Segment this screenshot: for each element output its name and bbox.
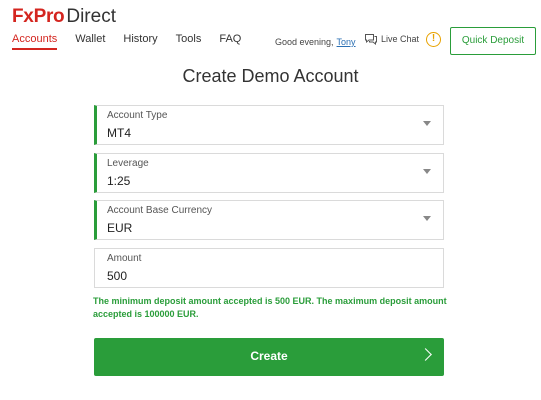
amount-value[interactable]: 500 [107, 269, 127, 283]
live-chat-label: Live Chat [381, 34, 420, 44]
greeting-text: Good evening, [275, 37, 334, 47]
deposit-limits-notice: The minimum deposit amount accepted is 5… [93, 296, 447, 319]
amount-label: Amount [107, 253, 142, 264]
live-chat-button[interactable]: Live Chat [364, 33, 419, 45]
account-type-select[interactable]: Account Type MT4 [94, 105, 444, 145]
chevron-down-icon [423, 216, 431, 221]
chevron-down-icon [423, 121, 431, 126]
greeting: Good evening, Tony [275, 37, 356, 47]
nav-wallet[interactable]: Wallet [75, 33, 105, 50]
username-link[interactable]: Tony [337, 37, 356, 47]
nav-tools[interactable]: Tools [176, 33, 202, 50]
leverage-value: 1:25 [107, 174, 131, 188]
page-title: Create Demo Account [182, 66, 359, 86]
nav-faq[interactable]: FAQ [219, 33, 241, 50]
account-type-label: Account Type [107, 110, 168, 121]
create-button-label: Create [250, 349, 288, 363]
logo-brand: FxPro [12, 6, 65, 27]
currency-select[interactable]: Account Base Currency EUR [94, 200, 444, 240]
create-button[interactable]: Create [94, 338, 444, 376]
nav-accounts[interactable]: Accounts [12, 33, 58, 50]
alert-icon[interactable]: ! [426, 32, 441, 47]
currency-label: Account Base Currency [107, 205, 213, 216]
currency-value: EUR [107, 221, 133, 235]
leverage-label: Leverage [107, 158, 149, 169]
quick-deposit-button[interactable]: Quick Deposit [450, 27, 536, 55]
chevron-down-icon [423, 169, 431, 174]
leverage-select[interactable]: Leverage 1:25 [94, 153, 444, 193]
logo-suffix: Direct [66, 6, 116, 27]
amount-field[interactable]: Amount 500 [94, 248, 444, 288]
nav-history[interactable]: History [123, 33, 157, 50]
logo[interactable]: FxPro Direct [12, 6, 116, 28]
account-type-value: MT4 [107, 126, 131, 140]
main-nav: Accounts Wallet History Tools FAQ [12, 33, 241, 50]
chat-bubble-icon [365, 34, 377, 45]
